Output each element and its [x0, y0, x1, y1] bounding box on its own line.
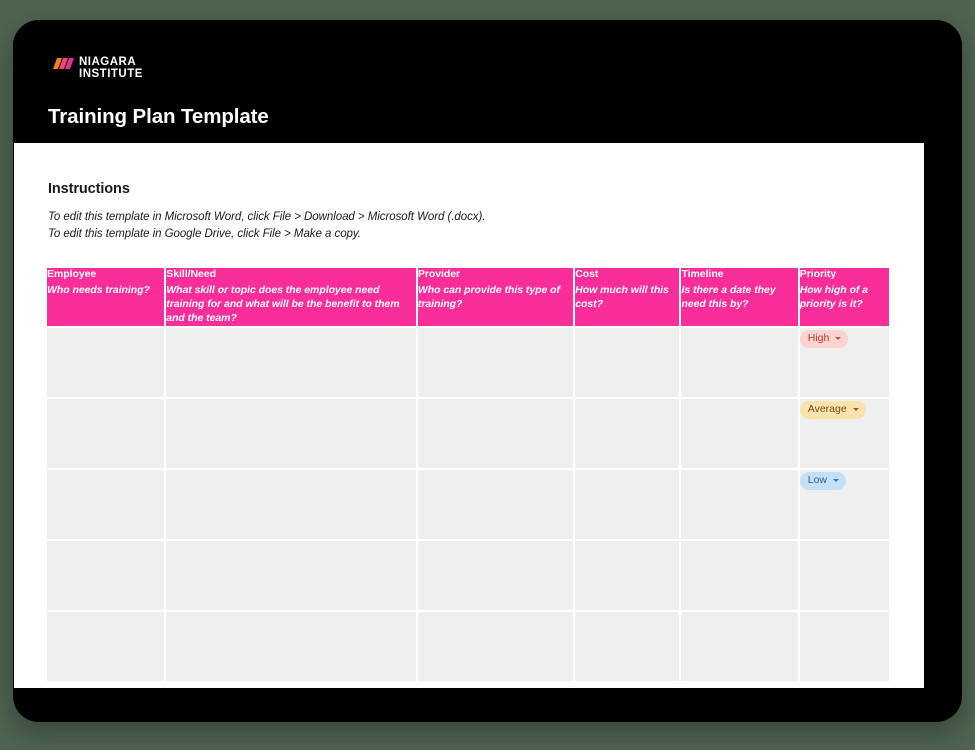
- column-subtitle-priority: How high of a priority is it?: [799, 283, 868, 310]
- column-subtitle-employee: Who needs training?: [47, 283, 150, 296]
- priority-chip-label: Average: [807, 403, 847, 415]
- cell-skill[interactable]: [166, 470, 416, 539]
- cell-skill[interactable]: [166, 399, 416, 468]
- column-title-employee: Employee: [47, 268, 97, 280]
- cell-provider[interactable]: [417, 399, 574, 468]
- cell-skill[interactable]: [166, 612, 416, 681]
- cell-cost[interactable]: [575, 541, 680, 610]
- cell-employee[interactable]: [47, 399, 165, 468]
- column-title-skill-need: Skill/Need: [166, 268, 216, 280]
- cell-timeline[interactable]: [681, 328, 798, 397]
- table-row: [47, 541, 889, 610]
- column-title-provider: Provider: [417, 268, 461, 280]
- cell-cost[interactable]: [575, 399, 680, 468]
- table-body: High Average Low: [47, 328, 889, 681]
- cell-provider[interactable]: [417, 328, 574, 397]
- column-subtitle-skill-need: What skill or topic does the employee ne…: [166, 283, 400, 324]
- document-sheet: Instructions To edit this template in Mi…: [14, 143, 924, 688]
- instructions-block: Instructions To edit this template in Mi…: [48, 181, 668, 243]
- cell-cost[interactable]: [575, 612, 680, 681]
- cell-skill[interactable]: [166, 541, 416, 610]
- document-header: NIAGARA INSTITUTE Training Plan Template: [13, 20, 962, 143]
- column-subtitle-provider: Who can provide this type of training?: [417, 283, 560, 310]
- cell-skill[interactable]: [166, 328, 416, 397]
- cell-provider[interactable]: [417, 612, 574, 681]
- priority-chip-low[interactable]: Low: [799, 472, 847, 491]
- table-row: High: [47, 328, 889, 397]
- table-row: Average: [47, 399, 889, 468]
- niagara-slash-mark-icon: [53, 58, 74, 69]
- cell-timeline[interactable]: [681, 612, 798, 681]
- cell-priority[interactable]: High: [799, 328, 889, 397]
- column-header-employee: Employee Who needs training?: [47, 268, 165, 326]
- cell-provider[interactable]: [417, 470, 574, 539]
- column-title-timeline: Timeline: [681, 268, 724, 280]
- cell-cost[interactable]: [575, 470, 680, 539]
- document-card: NIAGARA INSTITUTE Training Plan Template…: [13, 20, 962, 722]
- cell-employee[interactable]: [47, 328, 165, 397]
- priority-chip-label: High: [807, 332, 830, 344]
- column-subtitle-timeline: Is there a date they need this by?: [681, 283, 776, 310]
- column-header-cost: Cost How much will this cost?: [575, 268, 680, 326]
- chevron-down-icon[interactable]: [835, 337, 842, 341]
- brand-line-institute: INSTITUTE: [79, 67, 143, 80]
- cell-timeline[interactable]: [681, 470, 798, 539]
- column-header-priority: Priority How high of a priority is it?: [799, 268, 889, 326]
- column-title-priority: Priority: [799, 268, 837, 280]
- cell-priority[interactable]: [799, 612, 889, 681]
- column-subtitle-cost: How much will this cost?: [575, 283, 669, 310]
- priority-chip-high[interactable]: High: [799, 330, 849, 349]
- table-row: [47, 612, 889, 681]
- table-header-row: Employee Who needs training? Skill/Need …: [47, 268, 889, 326]
- training-plan-table: Employee Who needs training? Skill/Need …: [45, 266, 891, 683]
- cell-timeline[interactable]: [681, 399, 798, 468]
- cell-employee[interactable]: [47, 541, 165, 610]
- column-header-skill-need: Skill/Need What skill or topic does the …: [166, 268, 416, 326]
- brand-wordmark: NIAGARA INSTITUTE: [79, 56, 143, 80]
- cell-employee[interactable]: [47, 470, 165, 539]
- table-row: Low: [47, 470, 889, 539]
- priority-chip-average[interactable]: Average: [799, 401, 866, 420]
- column-header-timeline: Timeline Is there a date they need this …: [681, 268, 798, 326]
- cell-timeline[interactable]: [681, 541, 798, 610]
- chevron-down-icon[interactable]: [852, 408, 859, 412]
- cell-employee[interactable]: [47, 612, 165, 681]
- cell-priority[interactable]: [799, 541, 889, 610]
- instructions-heading: Instructions: [48, 181, 130, 197]
- priority-chip-label: Low: [807, 474, 828, 486]
- cell-provider[interactable]: [417, 541, 574, 610]
- page-title: Training Plan Template: [48, 105, 269, 128]
- brand-line-niagara: NIAGARA: [79, 56, 137, 68]
- table-header: Employee Who needs training? Skill/Need …: [47, 268, 889, 326]
- cell-priority[interactable]: Average: [799, 399, 889, 468]
- chevron-down-icon[interactable]: [833, 479, 840, 483]
- column-title-cost: Cost: [575, 268, 599, 280]
- cell-cost[interactable]: [575, 328, 680, 397]
- instruction-line-word: To edit this template in Microsoft Word,…: [48, 211, 486, 223]
- niagara-institute-logo: NIAGARA INSTITUTE: [53, 56, 143, 80]
- cell-priority[interactable]: Low: [799, 470, 889, 539]
- column-header-provider: Provider Who can provide this type of tr…: [417, 268, 574, 326]
- instruction-line-drive: To edit this template in Google Drive, c…: [48, 228, 361, 241]
